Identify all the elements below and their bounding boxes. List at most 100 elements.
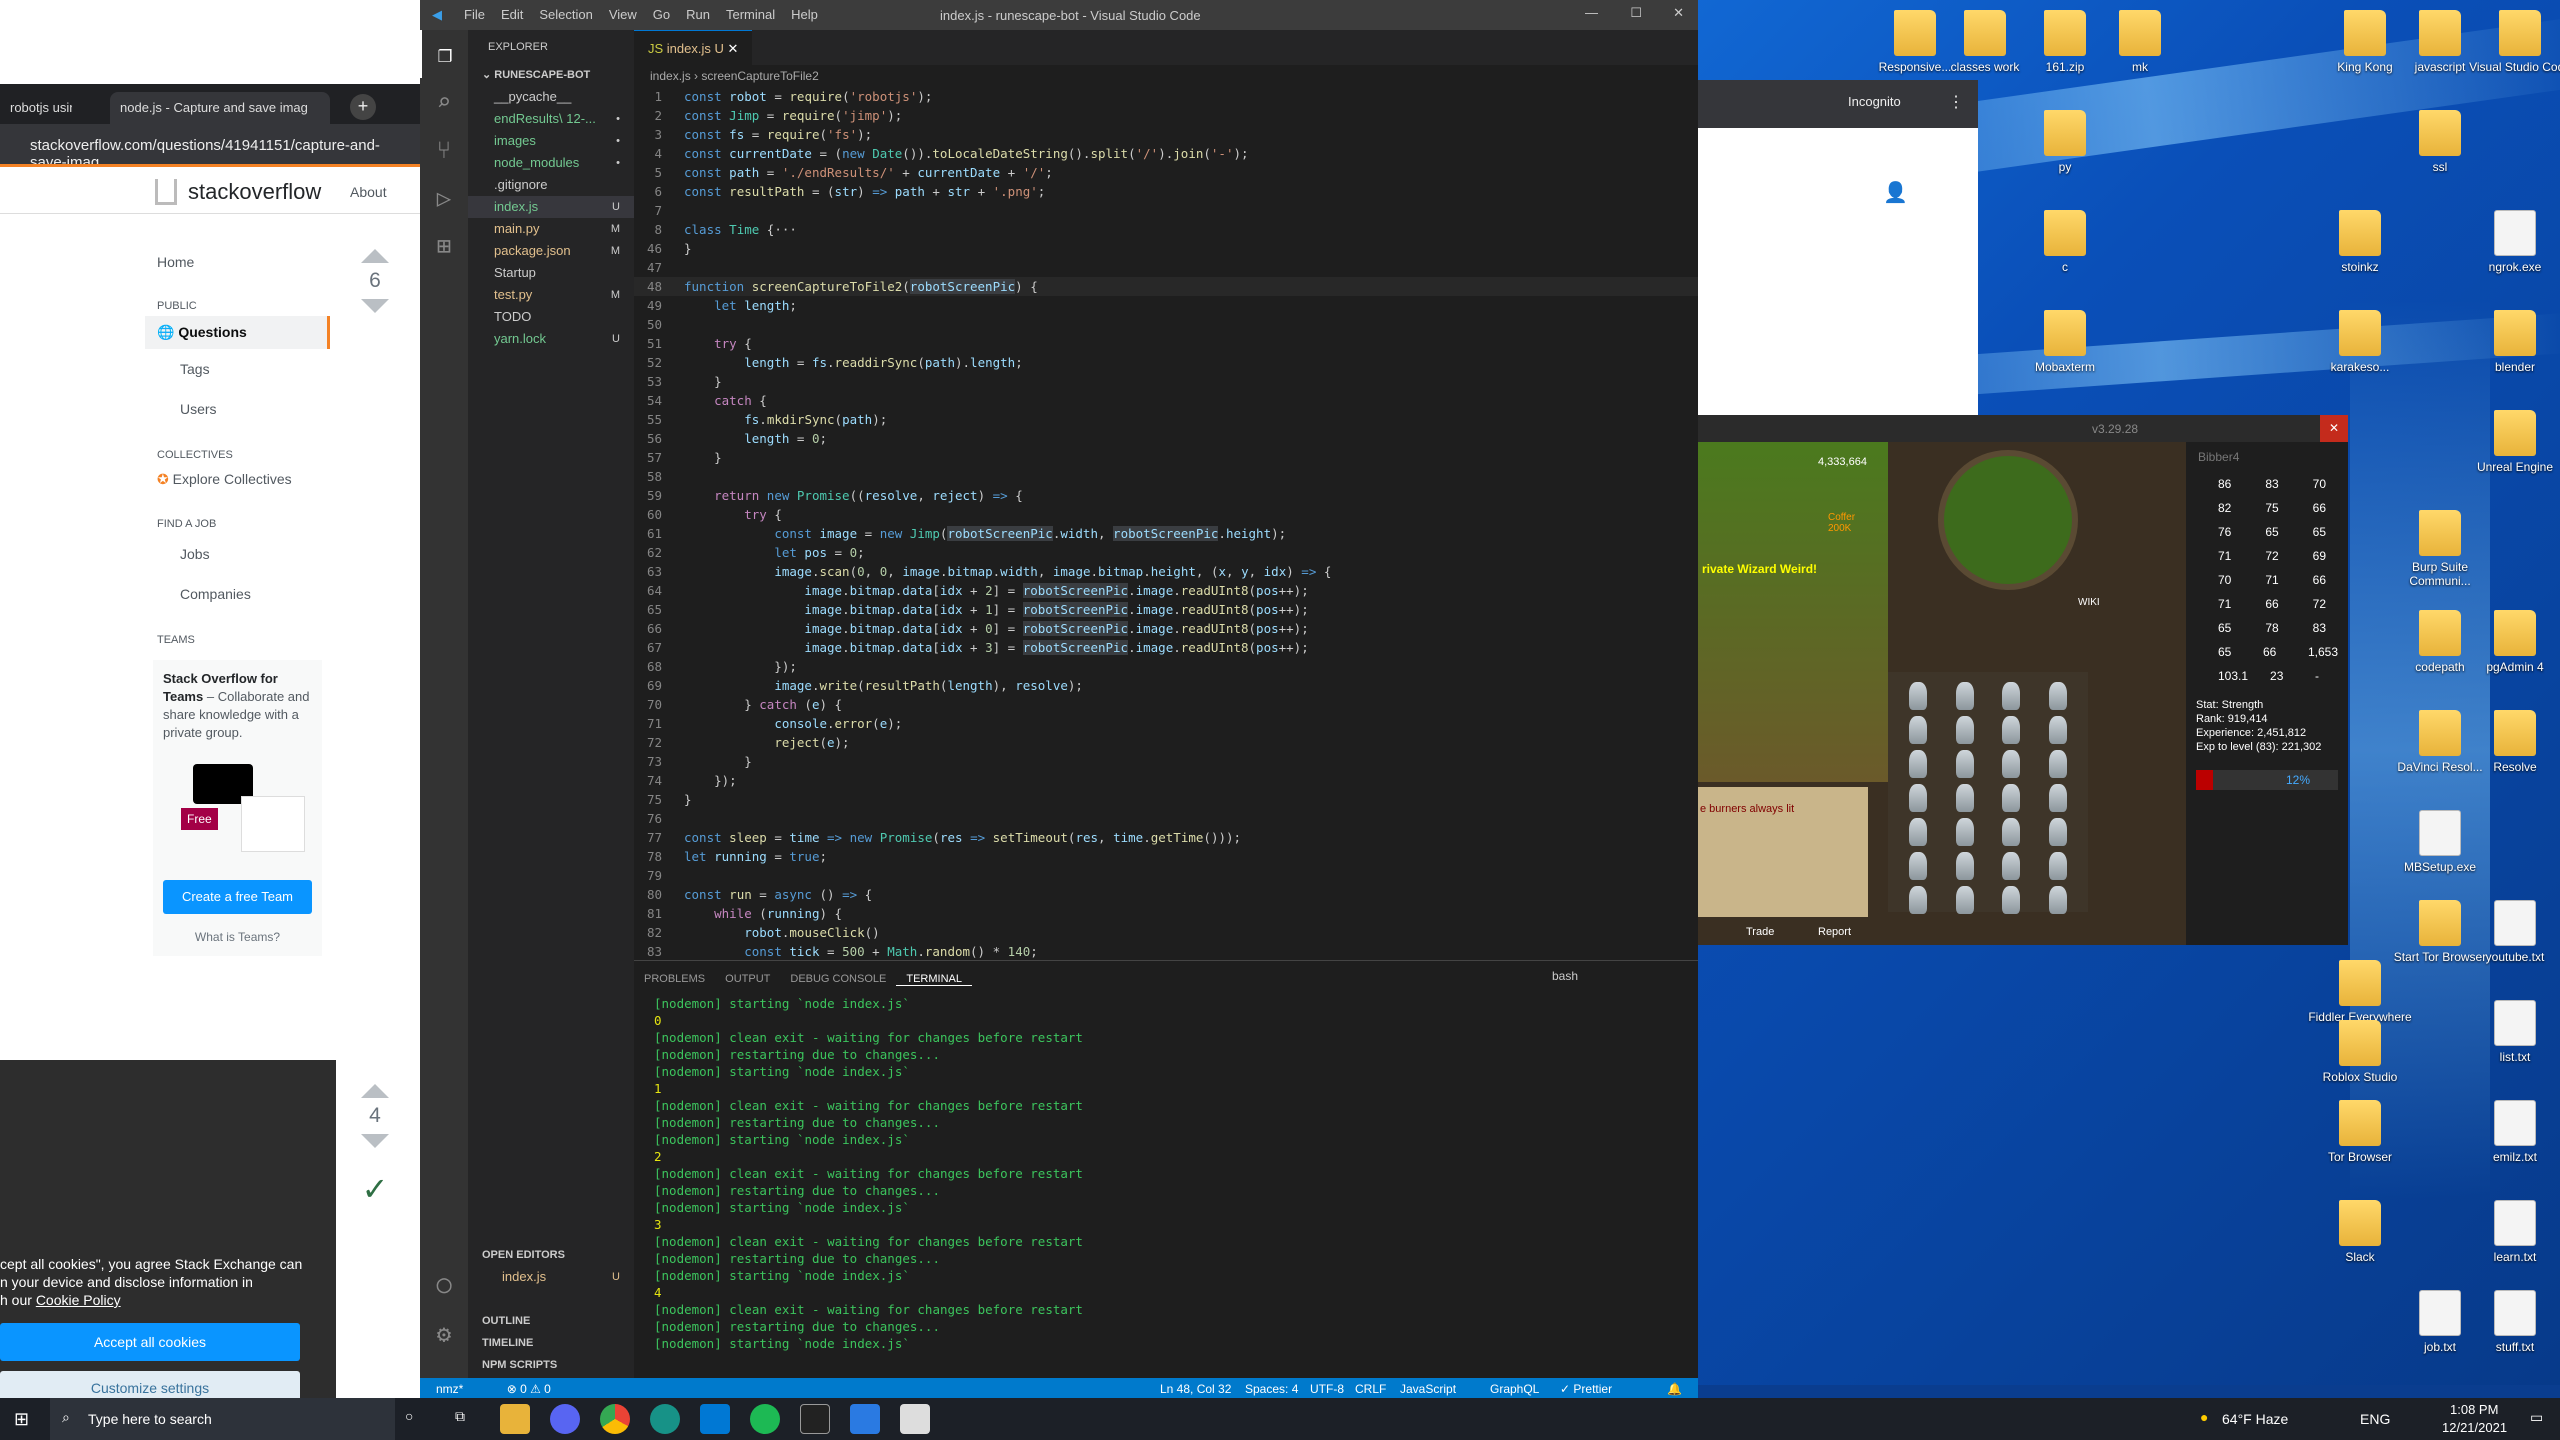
menu-item-run[interactable]: Run <box>678 0 718 29</box>
inventory-slot[interactable] <box>2002 784 2021 812</box>
menu-item-help[interactable]: Help <box>783 0 826 29</box>
downvote-icon[interactable] <box>361 299 389 327</box>
desktop-icon[interactable]: Roblox Studio <box>2305 1020 2415 1084</box>
inventory-slot[interactable] <box>1909 716 1928 744</box>
project-folder[interactable]: ⌄ RUNESCAPE-BOT <box>468 64 634 86</box>
inventory-slot[interactable] <box>2002 750 2021 778</box>
skill-level[interactable]: 65 <box>2243 525 2290 539</box>
profile-icon[interactable]: 👤 <box>1883 180 1908 205</box>
nav-jobs[interactable]: Jobs <box>145 534 330 574</box>
skill-level[interactable]: 72 <box>2243 549 2290 563</box>
skill-level[interactable]: 65 <box>2196 621 2243 635</box>
desktop-icon[interactable]: karakeso... <box>2305 310 2415 374</box>
browser-tab-active[interactable]: node.js - Capture and save imag <box>110 92 330 124</box>
skill-level[interactable]: 1,653 <box>2286 645 2338 659</box>
eol-status[interactable]: CRLF <box>1355 1378 1386 1400</box>
inventory-slot[interactable] <box>2002 886 2021 914</box>
inventory-slot[interactable] <box>2002 716 2021 744</box>
file-tree-item[interactable]: main.py M <box>468 218 634 240</box>
nav-users[interactable]: Users <box>145 389 330 429</box>
code-editor[interactable]: 1 const robot = require('robotjs'); 2 const… <box>634 87 1698 960</box>
menu-item-view[interactable]: View <box>601 0 645 29</box>
account-icon[interactable]: ◯ <box>420 1260 468 1308</box>
downvote-icon[interactable] <box>361 1134 389 1162</box>
inventory-slot[interactable] <box>1909 750 1928 778</box>
task-view-icon[interactable]: ⧉ <box>455 1408 465 1425</box>
accept-cookies-button[interactable]: Accept all cookies <box>0 1323 300 1361</box>
maximize-button[interactable]: ☐ <box>1630 5 1642 21</box>
inventory-slot[interactable] <box>2048 716 2067 744</box>
vscode-taskbar-icon[interactable] <box>700 1404 730 1434</box>
file-tree-item[interactable]: node_modules • <box>468 152 634 174</box>
file-tree-item[interactable]: yarn.lock U <box>468 328 634 350</box>
inventory-slot[interactable] <box>2048 886 2067 914</box>
file-tree-item[interactable]: package.json M <box>468 240 634 262</box>
so-logo-icon[interactable] <box>155 179 177 205</box>
outline-section[interactable]: OUTLINE <box>468 1310 530 1332</box>
inventory-slot[interactable] <box>2048 750 2067 778</box>
skill-level[interactable]: 78 <box>2243 621 2290 635</box>
branch-status[interactable]: nmz* <box>436 1382 463 1396</box>
open-editor-item[interactable]: index.js U <box>468 1266 634 1288</box>
taskbar-search[interactable]: ⌕ Type here to search <box>50 1398 395 1440</box>
skill-level[interactable]: 66 <box>2291 501 2338 515</box>
desktop-icon[interactable]: stoinkz <box>2305 210 2415 274</box>
file-tree-item[interactable]: images • <box>468 130 634 152</box>
skill-level[interactable]: 65 <box>2291 525 2338 539</box>
inventory-slot[interactable] <box>2048 682 2067 710</box>
settings-gear-icon[interactable]: ⚙ <box>420 1310 468 1358</box>
skill-level[interactable]: 23 <box>2248 669 2293 683</box>
report-button[interactable]: Report <box>1818 926 1851 938</box>
desktop-icon[interactable]: emilz.txt <box>2460 1100 2560 1164</box>
customize-settings-button[interactable]: Customize settings <box>0 1371 300 1400</box>
inventory-slot[interactable] <box>1955 818 1974 846</box>
desktop-icon[interactable]: Burp Suite Communi... <box>2385 510 2495 588</box>
file-explorer-icon[interactable] <box>500 1404 530 1434</box>
skill-level[interactable]: 83 <box>2291 621 2338 635</box>
editor-tab-index-js[interactable]: JS index.js U ✕ <box>634 30 753 65</box>
inventory-slot[interactable] <box>1955 886 1974 914</box>
panel-tab-debug-console[interactable]: DEBUG CONSOLE <box>780 961 896 985</box>
inventory-slot[interactable] <box>1955 852 1974 880</box>
cortana-icon[interactable]: ○ <box>405 1408 413 1424</box>
desktop-icon[interactable]: learn.txt <box>2460 1200 2560 1264</box>
address-bar[interactable]: stackoverflow.com/questions/41941151/cap… <box>0 124 430 171</box>
terminal-output[interactable]: [nodemon] starting `node index.js` 0 [node… <box>634 995 1698 1352</box>
close-button[interactable]: ✕ <box>2320 415 2348 442</box>
so-brand[interactable]: stackoverflow <box>188 179 321 205</box>
skill-level[interactable]: 75 <box>2243 501 2290 515</box>
incognito-label[interactable]: Incognito <box>1848 94 1901 109</box>
skill-level[interactable]: 86 <box>2196 477 2243 491</box>
game-viewport[interactable]: rivate Wizard Weird! 4,333,664 Coffer 200… <box>1698 442 2186 945</box>
nav-companies[interactable]: Companies <box>145 574 330 614</box>
menu-item-selection[interactable]: Selection <box>531 0 600 29</box>
prettier-status[interactable]: ✓ Prettier <box>1560 1378 1612 1400</box>
inventory-slot[interactable] <box>1955 716 1974 744</box>
nav-explore-collectives[interactable]: ✪ Explore Collectives <box>145 465 330 494</box>
inventory-slot[interactable] <box>1955 682 1974 710</box>
inventory-slot[interactable] <box>2002 818 2021 846</box>
skill-level[interactable]: 71 <box>2243 573 2290 587</box>
file-tree-item[interactable]: TODO <box>468 306 634 328</box>
search-icon[interactable]: ⌕ <box>420 78 468 126</box>
menu-item-terminal[interactable]: Terminal <box>718 0 783 29</box>
windows-start-icon[interactable]: ⊞ <box>14 1409 29 1430</box>
panel-tab-output[interactable]: OUTPUT <box>715 961 780 985</box>
language-status[interactable]: JavaScript <box>1400 1378 1456 1400</box>
skill-level[interactable]: 66 <box>2243 597 2290 611</box>
file-tree-item[interactable]: __pycache__ <box>468 86 634 108</box>
indent-status[interactable]: Spaces: 4 <box>1245 1378 1298 1400</box>
desktop-icon[interactable]: Fiddler Everywhere <box>2305 960 2415 1024</box>
breadcrumb-file[interactable]: index.js <box>650 69 691 83</box>
browser-tab[interactable]: robotjs using <box>0 92 72 124</box>
desktop-icon[interactable]: Resolve <box>2460 710 2560 774</box>
panel-tab-problems[interactable]: PROBLEMS <box>634 961 715 985</box>
skill-level[interactable]: 76 <box>2196 525 2243 539</box>
desktop-icon[interactable]: Tor Browser <box>2305 1100 2415 1164</box>
desktop-icon[interactable]: mk <box>2085 10 2195 74</box>
skill-level[interactable]: 70 <box>2291 477 2338 491</box>
breadcrumb-symbol[interactable]: screenCaptureToFile2 <box>701 69 818 83</box>
desktop-icon[interactable]: pgAdmin 4 <box>2460 610 2560 674</box>
skill-level[interactable]: 71 <box>2196 597 2243 611</box>
discord-icon[interactable] <box>550 1404 580 1434</box>
